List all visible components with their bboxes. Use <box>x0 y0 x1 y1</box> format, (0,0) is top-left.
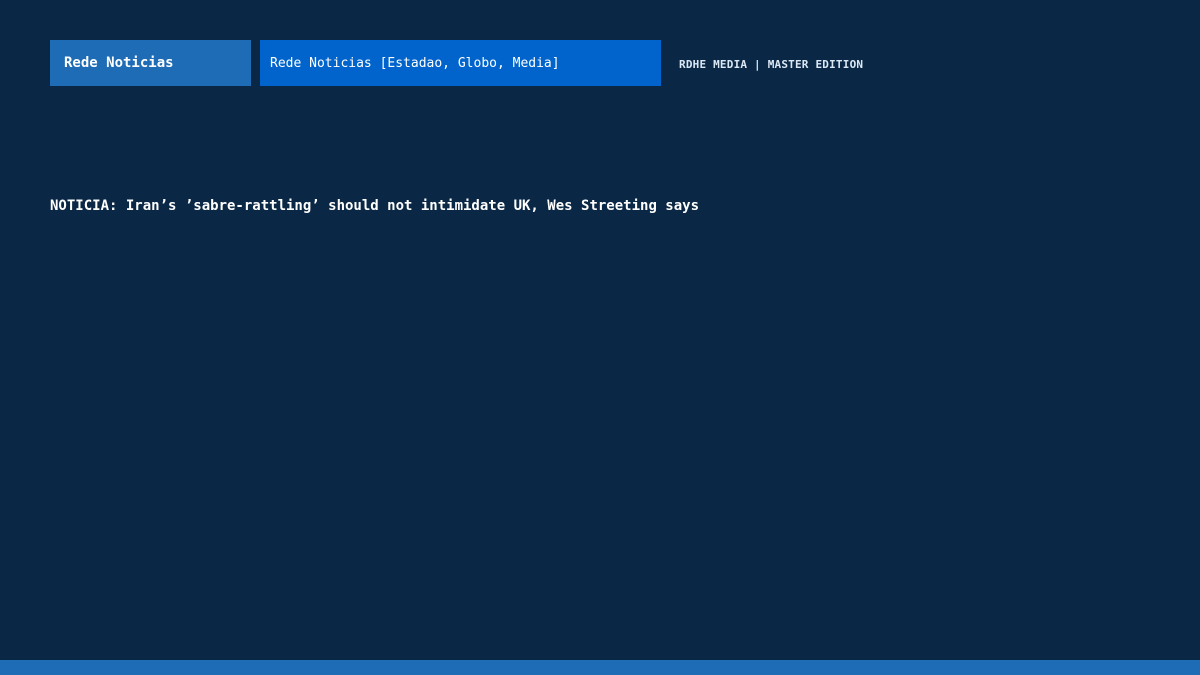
top-bar: Rede Noticias Rede Noticias [Estadao, Gl… <box>50 40 863 86</box>
brand-tab[interactable]: Rede Noticias <box>50 40 251 86</box>
brand-tab-label: Rede Noticias <box>64 55 174 71</box>
source-tab-label: Rede Noticias [Estadao, Globo, Media] <box>270 55 560 71</box>
edition-label: RDHE MEDIA | MASTER EDITION <box>679 57 864 71</box>
bottom-bar <box>0 660 1200 675</box>
news-headline: NOTICIA: Iran’s ’sabre-rattling’ should … <box>50 198 700 214</box>
source-tab[interactable]: Rede Noticias [Estadao, Globo, Media] <box>260 40 661 86</box>
